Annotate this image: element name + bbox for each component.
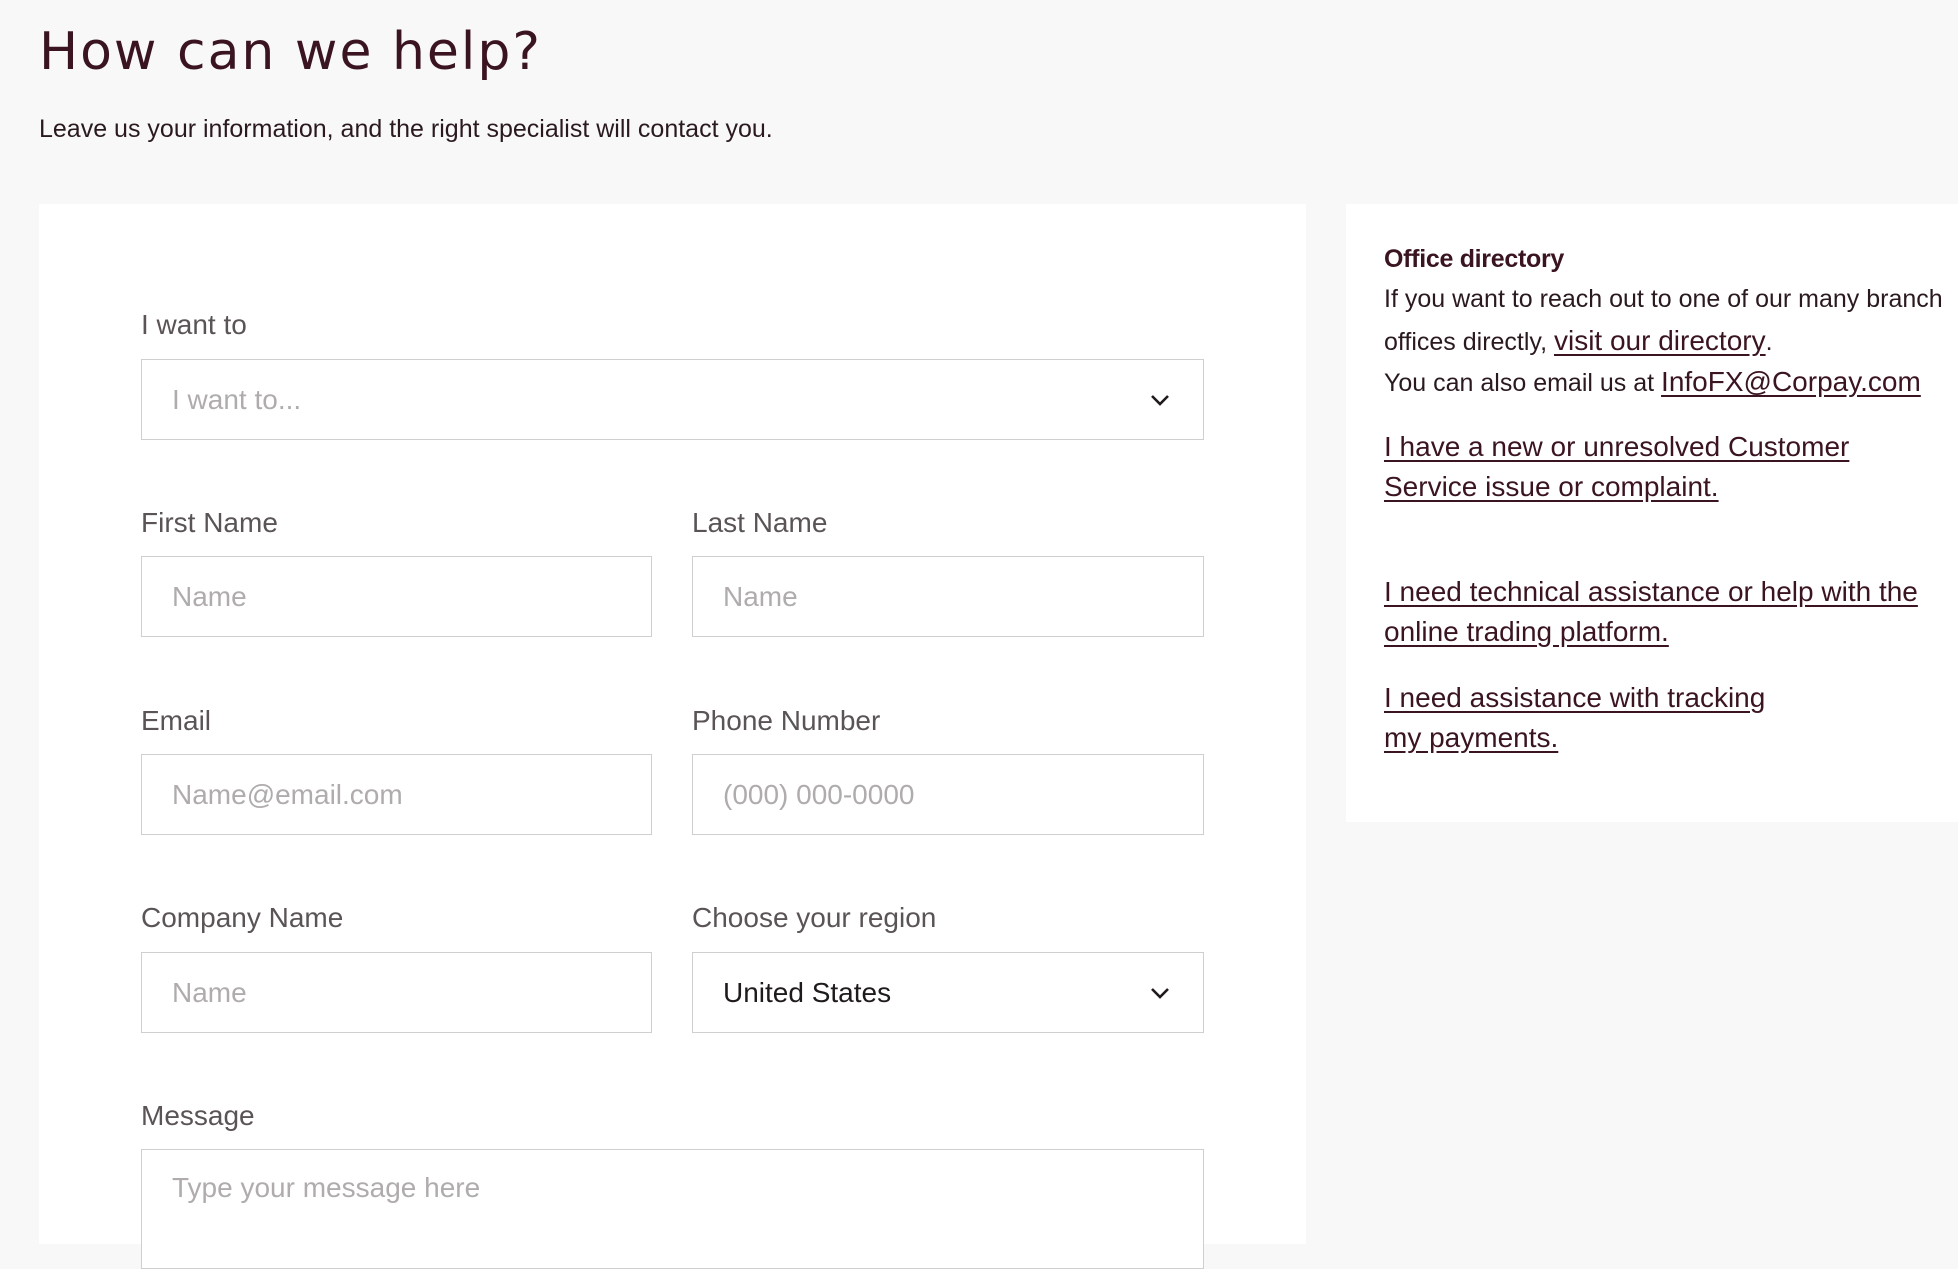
company-placeholder: Name — [172, 976, 247, 1008]
page-title: How can we help? — [39, 22, 542, 82]
last-name-placeholder: Name — [723, 580, 798, 612]
intent-label: I want to — [141, 309, 247, 340]
email-label: Email — [141, 705, 212, 736]
first-name-placeholder: Name — [172, 580, 247, 612]
region-label: Choose your region — [692, 902, 937, 933]
region-value: United States — [723, 976, 892, 1008]
office-directory-title: Office directory — [1384, 245, 1564, 273]
directory-link[interactable]: visit our directory — [1554, 325, 1766, 356]
technical-assistance-link[interactable]: I need technical assistance or help with… — [1384, 572, 1924, 652]
intent-select[interactable]: I want to... — [141, 359, 1204, 440]
last-name-input[interactable]: Name — [692, 556, 1204, 637]
email-link[interactable]: InfoFX@Corpay.com — [1661, 366, 1921, 397]
email-placeholder: Name@email.com — [172, 778, 403, 810]
company-input[interactable]: Name — [141, 952, 652, 1033]
payment-tracking-link[interactable]: I need assistance with tracking my payme… — [1384, 678, 1804, 758]
first-name-label: First Name — [141, 507, 278, 538]
region-select[interactable]: United States — [692, 952, 1204, 1033]
chevron-down-icon — [1151, 987, 1169, 999]
phone-input[interactable]: (000) 000-0000 — [692, 754, 1204, 835]
email-input[interactable]: Name@email.com — [141, 754, 652, 835]
intent-placeholder: I want to... — [172, 383, 302, 415]
directory-intro: If you want to reach out to one of our m… — [1384, 279, 1954, 363]
last-name-label: Last Name — [692, 507, 828, 538]
message-placeholder: Type your message here — [172, 1172, 481, 1203]
page-subtitle: Leave us your information, and the right… — [39, 115, 773, 143]
company-label: Company Name — [141, 902, 344, 933]
phone-placeholder: (000) 000-0000 — [723, 778, 915, 810]
customer-service-link[interactable]: I have a new or unresolved Customer Serv… — [1384, 427, 1924, 507]
message-textarea[interactable]: Type your message here — [141, 1149, 1204, 1269]
message-label: Message — [141, 1100, 255, 1131]
directory-period: . — [1765, 328, 1773, 356]
phone-label: Phone Number — [692, 705, 881, 736]
office-directory-card: Office directory If you want to reach ou… — [1346, 204, 1958, 822]
email-contact: You can also email us at InfoFX@Corpay.c… — [1384, 361, 1954, 404]
email-contact-text: You can also email us at — [1384, 369, 1655, 397]
chevron-down-icon — [1151, 394, 1169, 406]
contact-form: I want to I want to... First Name Name L… — [39, 204, 1306, 1269]
first-name-input[interactable]: Name — [141, 556, 652, 637]
